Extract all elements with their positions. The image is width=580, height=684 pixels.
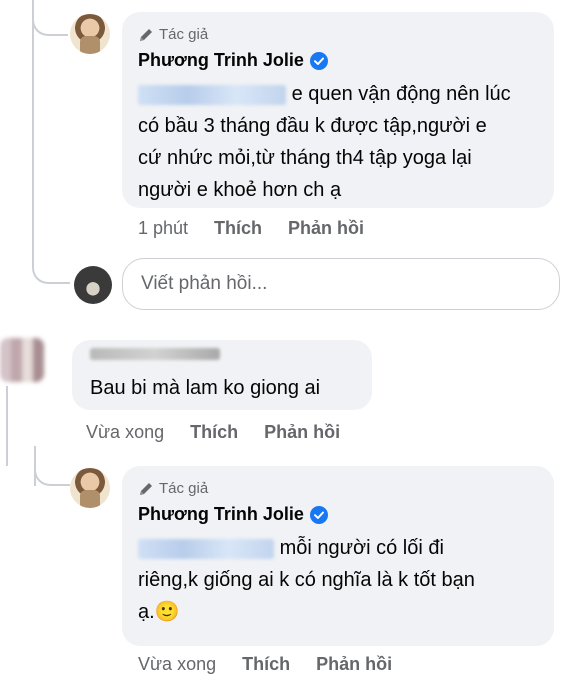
reply-input[interactable]: Viết phản hồi... [122, 258, 560, 310]
commenter-name-blurred[interactable] [90, 348, 220, 360]
author-avatar[interactable] [70, 468, 110, 508]
comment-author-name[interactable]: Phương Trinh Jolie [138, 50, 304, 71]
like-button[interactable]: Thích [214, 218, 262, 239]
comment-text-line: riêng,k giống ai k có nghĩa là k tốt bạn [138, 569, 475, 591]
comment-text-line: cứ nhức mỏi,từ tháng th4 tập yoga lại [138, 147, 472, 169]
commenter-avatar[interactable] [0, 338, 44, 382]
comment-actions-1: 1 phút Thích Phản hồi [138, 218, 364, 239]
thread-curve-3 [34, 448, 70, 486]
comment-text-line: ạ.🙂 [138, 601, 180, 623]
reply-button[interactable]: Phản hồi [264, 422, 340, 443]
comment-timestamp[interactable]: Vừa xong [138, 654, 216, 675]
thread-line-mid [32, 36, 34, 266]
author-badge-label: Tác giả [159, 26, 209, 43]
current-user-avatar[interactable] [74, 266, 112, 304]
like-button[interactable]: Thích [190, 422, 238, 443]
comment-text-1: e quen vận động nên lúc có bầu 3 tháng đ… [138, 78, 550, 206]
like-button[interactable]: Thích [242, 654, 290, 675]
comment-actions-2: Vừa xong Thích Phản hồi [86, 422, 340, 443]
mentioned-name-blurred[interactable] [138, 538, 274, 559]
comment-text-line: mỗi người có lối đi [138, 532, 550, 564]
comment-author-row: Phương Trinh Jolie [138, 504, 328, 525]
pen-icon [140, 482, 152, 495]
author-badge: Tác giả [138, 480, 208, 497]
comment-author-row: Phương Trinh Jolie [138, 50, 328, 71]
thread-line-left [6, 386, 8, 466]
comment-timestamp[interactable]: Vừa xong [86, 422, 164, 443]
reply-button[interactable]: Phản hồi [288, 218, 364, 239]
author-avatar[interactable] [70, 14, 110, 54]
comment-text-line: người e khoẻ hơn ch ạ [138, 179, 342, 201]
comment-actions-3: Vừa xong Thích Phản hồi [138, 654, 392, 675]
verified-badge-icon [309, 505, 328, 524]
author-badge: Tác giả [138, 26, 208, 43]
verified-badge-icon [309, 51, 328, 70]
author-badge-label: Tác giả [159, 480, 209, 497]
comment-timestamp[interactable]: 1 phút [138, 218, 188, 239]
mentioned-name-blurred[interactable] [138, 84, 286, 105]
comment-author-name[interactable]: Phương Trinh Jolie [138, 504, 304, 525]
pen-icon [140, 28, 152, 41]
comment-text-2: Bau bi mà lam ko giong ai [90, 377, 321, 399]
thread-curve-1 [32, 0, 68, 36]
comment-text-line: e quen vận động nên lúc [138, 78, 550, 110]
thread-curve-2 [32, 240, 70, 284]
reply-input-placeholder: Viết phản hồi... [141, 273, 268, 294]
comment-text-3: mỗi người có lối đi riêng,k giống ai k c… [138, 532, 550, 628]
reply-button[interactable]: Phản hồi [316, 654, 392, 675]
comment-text-line: có bầu 3 tháng đầu k được tập,người e [138, 115, 487, 137]
